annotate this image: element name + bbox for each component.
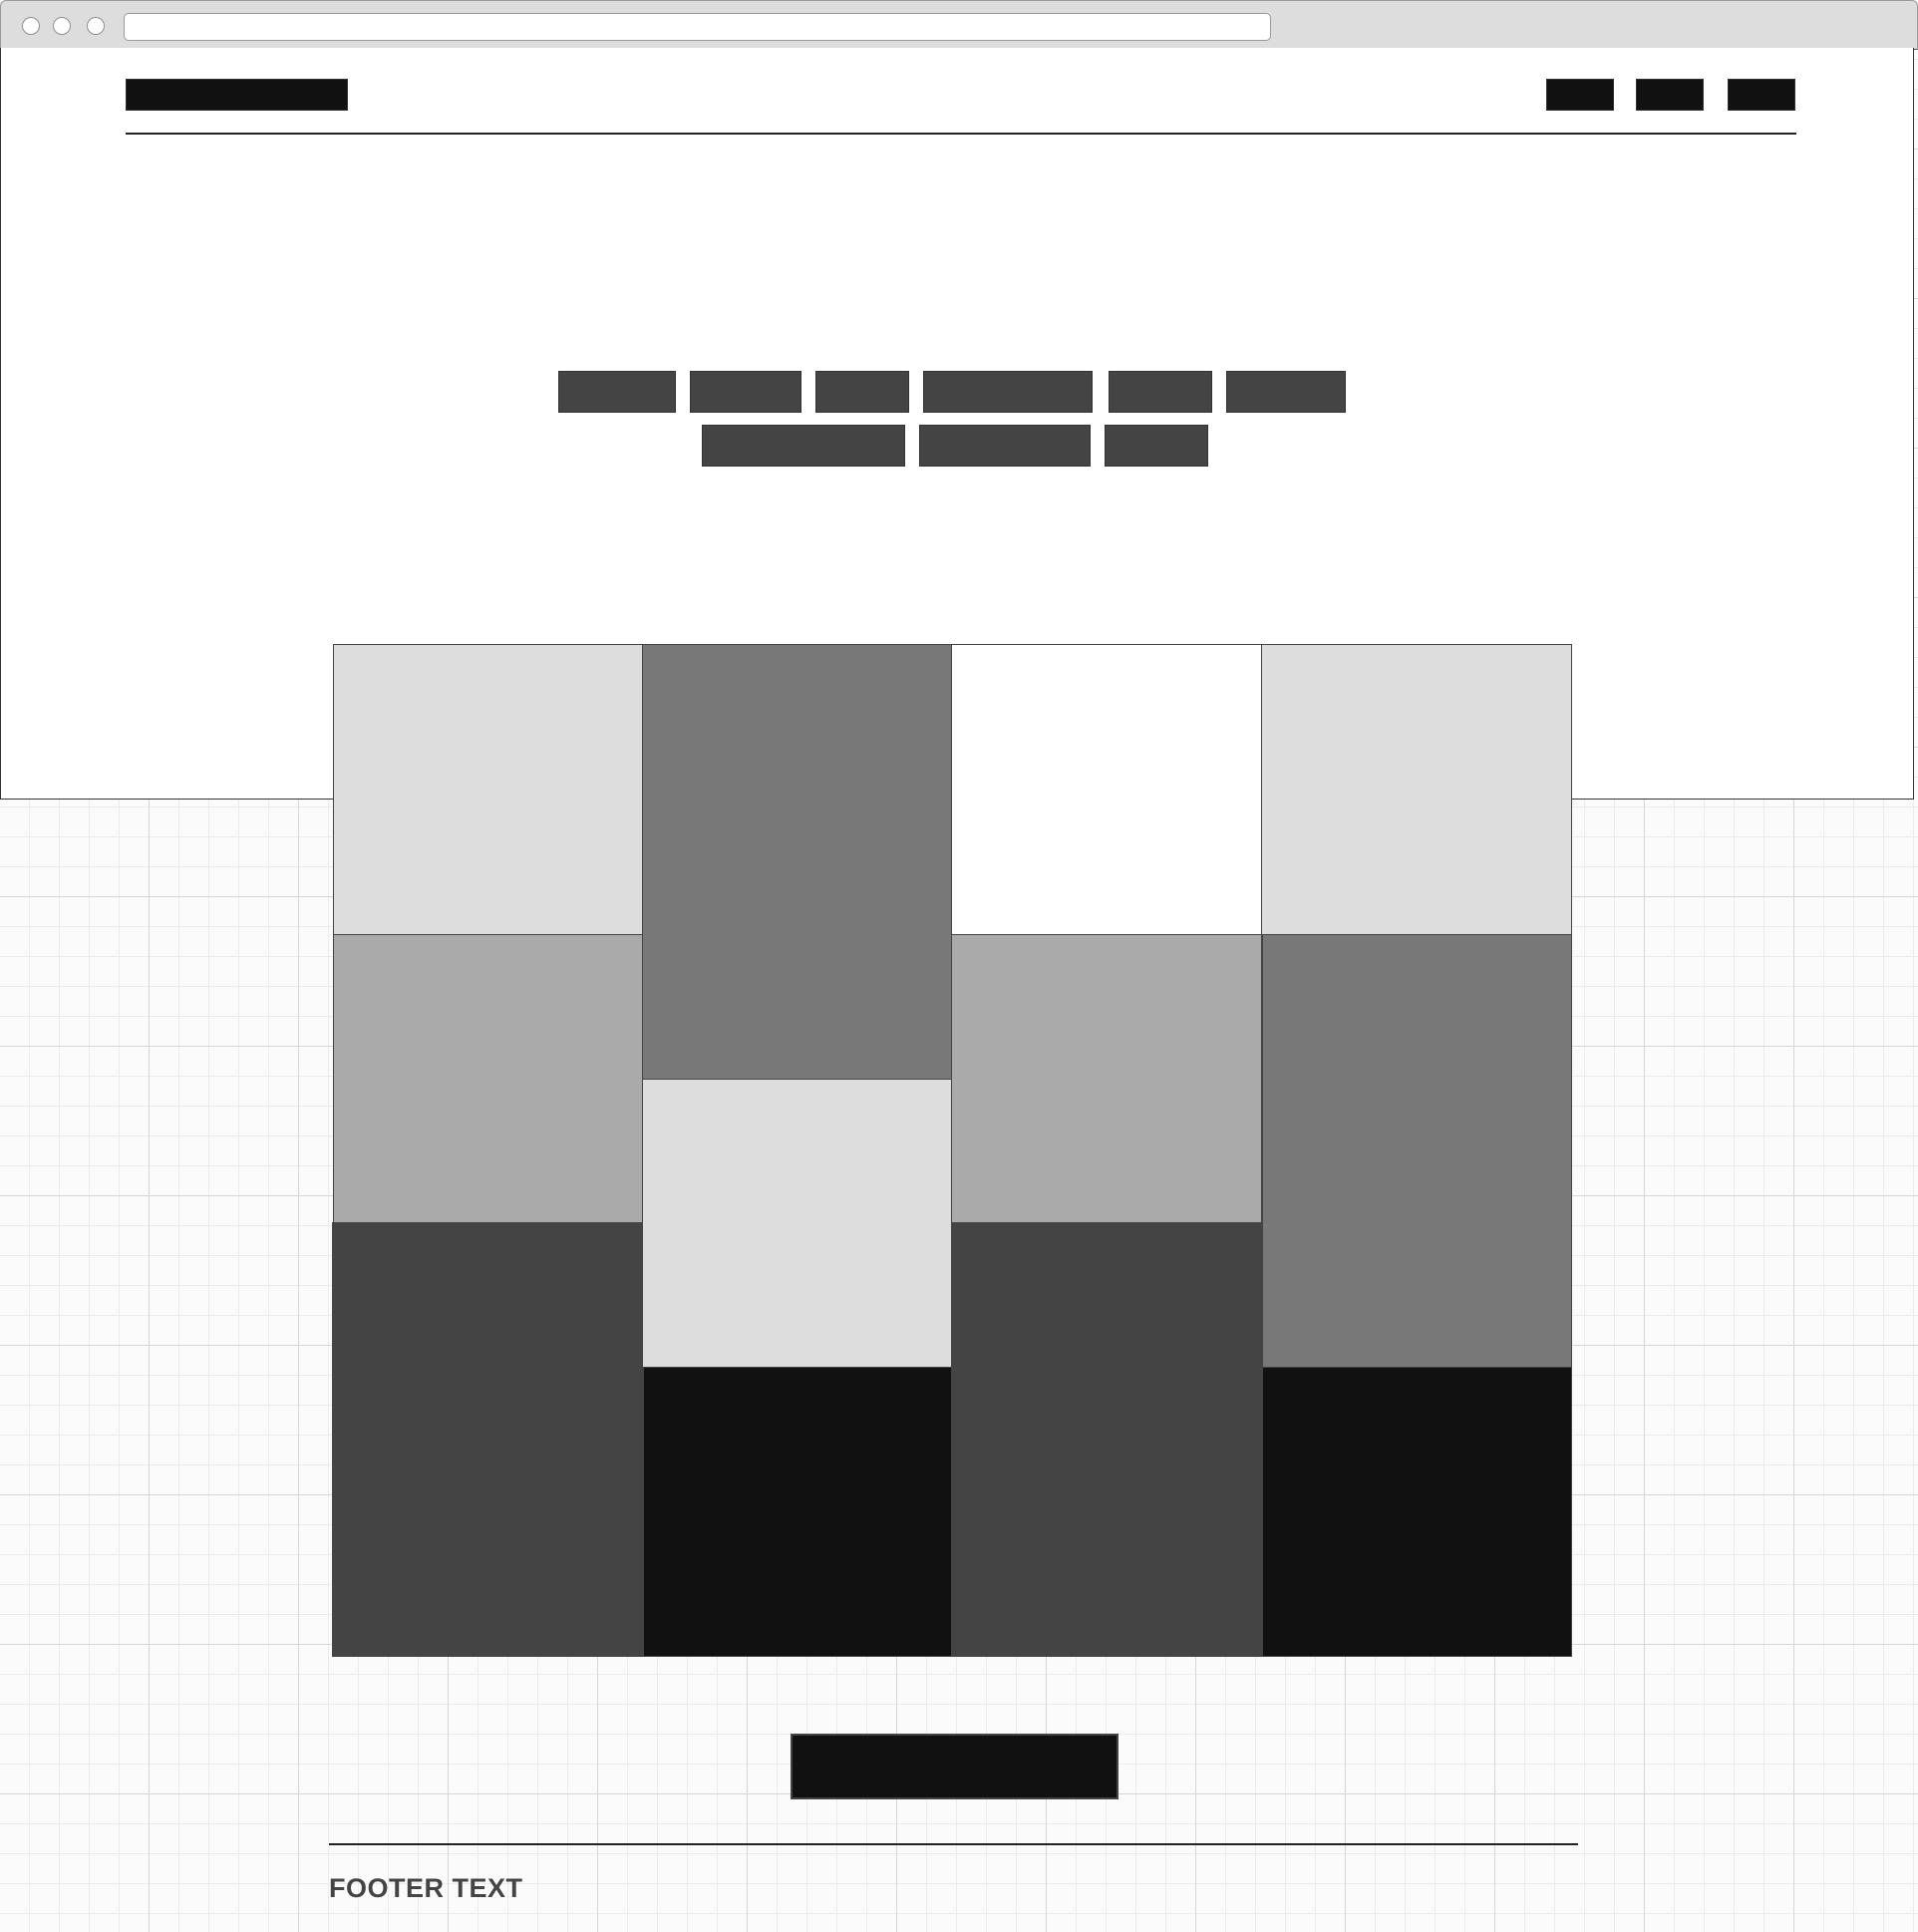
footer-divider xyxy=(329,1843,1578,1845)
grid-tile[interactable] xyxy=(1261,644,1572,935)
tag-block[interactable] xyxy=(1109,371,1212,413)
window-close-dot-icon[interactable] xyxy=(22,17,40,35)
tag-block[interactable] xyxy=(702,425,905,467)
grid-tile[interactable] xyxy=(1262,934,1572,1368)
nav-item-3[interactable] xyxy=(1728,79,1795,111)
tag-block[interactable] xyxy=(919,425,1091,467)
address-bar[interactable] xyxy=(124,13,1271,41)
grid-tile[interactable] xyxy=(1262,1367,1572,1657)
grid-tile[interactable] xyxy=(642,1079,952,1368)
grid-tile[interactable] xyxy=(333,934,643,1223)
nav-item-2[interactable] xyxy=(1636,79,1704,111)
tag-block[interactable] xyxy=(690,371,801,413)
grid-tile[interactable] xyxy=(951,1222,1263,1657)
wireframe-page: FOOTER TEXT xyxy=(0,0,1918,1932)
grid-tile[interactable] xyxy=(643,1367,952,1657)
logo-placeholder[interactable] xyxy=(126,79,348,111)
grid-tile[interactable] xyxy=(642,644,952,1080)
grid-tile[interactable] xyxy=(951,934,1262,1223)
tag-block[interactable] xyxy=(815,371,909,413)
tag-block[interactable] xyxy=(1105,425,1208,467)
header-divider xyxy=(126,133,1796,135)
tag-block[interactable] xyxy=(923,371,1093,413)
browser-chrome xyxy=(0,0,1918,50)
cta-button-placeholder[interactable] xyxy=(791,1734,1119,1799)
grid-tile[interactable] xyxy=(332,1222,643,1657)
footer-text: FOOTER TEXT xyxy=(329,1873,523,1903)
window-maximize-dot-icon[interactable] xyxy=(87,17,105,35)
window-minimize-dot-icon[interactable] xyxy=(53,17,71,35)
grid-tile[interactable] xyxy=(951,644,1262,935)
nav-item-1[interactable] xyxy=(1546,79,1614,111)
tag-block[interactable] xyxy=(558,371,676,413)
tag-block[interactable] xyxy=(1226,371,1346,413)
grid-tile[interactable] xyxy=(333,644,643,935)
